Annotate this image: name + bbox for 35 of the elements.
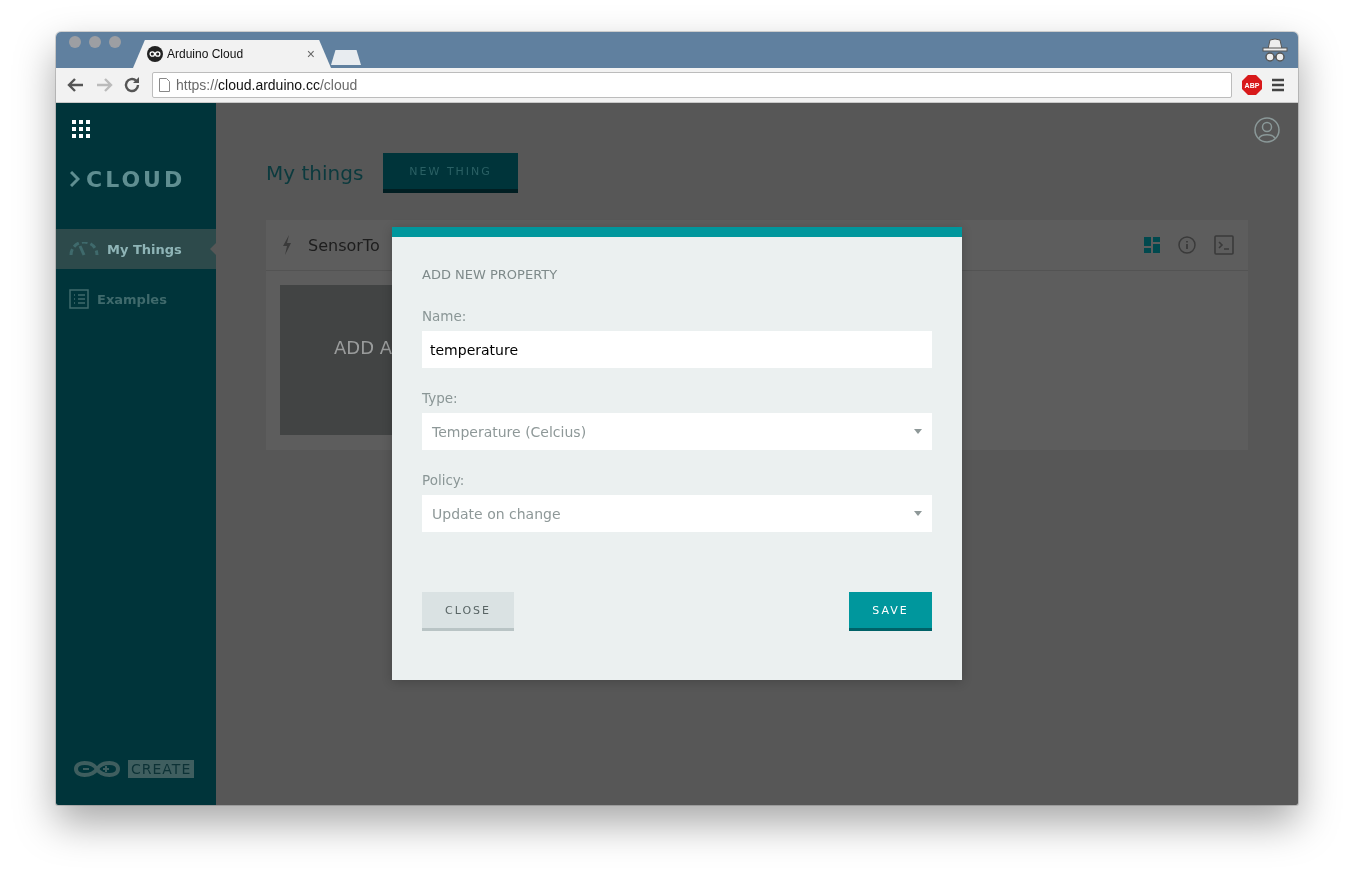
save-button[interactable]: SAVE xyxy=(849,592,932,631)
tab-close-button[interactable]: × xyxy=(306,46,315,62)
terminal-icon[interactable] xyxy=(1214,235,1234,255)
list-icon xyxy=(69,289,89,309)
window-close-dot[interactable] xyxy=(69,35,81,48)
dropdown[interactable]: Update on change xyxy=(422,495,932,532)
dialog-title: ADD NEW PROPERTY xyxy=(422,267,559,282)
page-title: My things xyxy=(266,161,364,185)
url-text: https://cloud.arduino.cc/cloud xyxy=(176,77,358,93)
sidebar-item[interactable]: My Things xyxy=(56,229,216,269)
dropdown[interactable]: Temperature (Celcius) xyxy=(422,413,932,450)
new-tab-button[interactable] xyxy=(331,50,361,65)
tab-title: Arduino Cloud xyxy=(167,47,245,61)
close-button[interactable]: CLOSE xyxy=(422,592,514,631)
field-label: Type: xyxy=(422,390,459,406)
info-icon[interactable] xyxy=(1178,236,1196,254)
lightning-icon xyxy=(282,235,292,255)
input-field[interactable]: temperature xyxy=(422,331,932,368)
user-avatar-icon[interactable] xyxy=(1254,117,1280,143)
field-label: Name: xyxy=(422,308,468,324)
caret-icon xyxy=(914,429,922,434)
browser-tab[interactable]: Arduino Cloud × xyxy=(133,40,331,68)
dashboard-icon[interactable] xyxy=(1144,237,1160,253)
window-zoom-dot[interactable] xyxy=(109,35,121,48)
page-icon xyxy=(159,78,170,92)
gauge-icon xyxy=(69,242,99,256)
infinity-logo-icon xyxy=(147,46,163,62)
field-label: Policy: xyxy=(422,472,466,488)
window-minimize-dot[interactable] xyxy=(89,35,101,48)
incognito-icon xyxy=(1260,37,1290,65)
cloud-logo: CLOUD xyxy=(70,165,186,193)
thing-name: SensorTo xyxy=(308,235,381,255)
address-bar[interactable]: https://cloud.arduino.cc/cloud xyxy=(152,72,1232,98)
caret-icon xyxy=(914,511,922,516)
apps-grid-icon[interactable] xyxy=(72,120,90,138)
